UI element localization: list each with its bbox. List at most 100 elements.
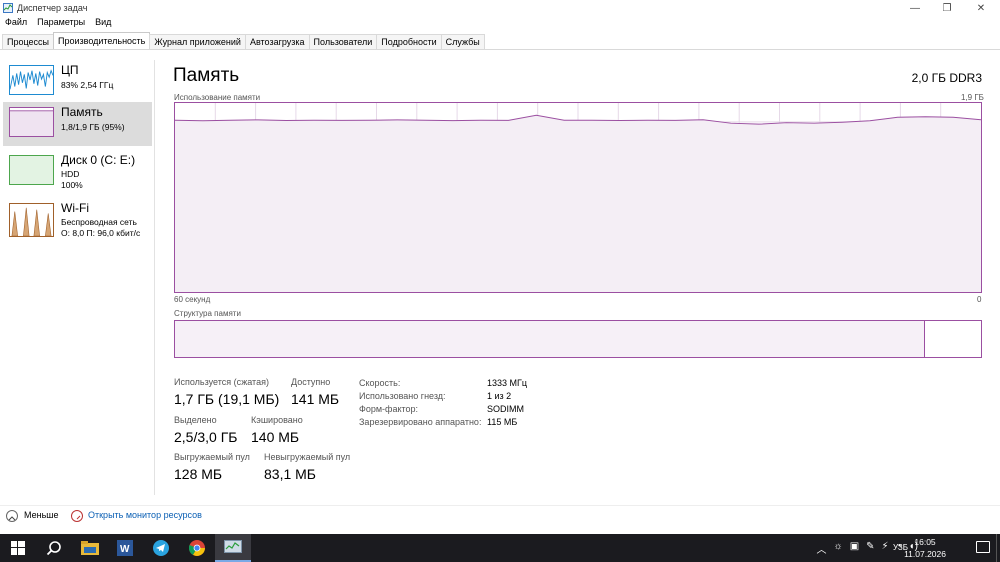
folder-icon	[81, 541, 99, 555]
clock[interactable]: 16:05 11.07.2026	[904, 536, 946, 560]
slots-label: Использовано гнезд:	[359, 391, 446, 401]
pen-icon[interactable]: ✎	[866, 541, 874, 556]
search-button[interactable]	[36, 534, 72, 562]
disk-type: HDD	[61, 169, 80, 179]
show-desktop-button[interactable]	[996, 534, 1000, 562]
committed-label: Выделено	[174, 415, 217, 425]
fewer-details-button[interactable]: Меньше	[24, 510, 59, 520]
tab-startup[interactable]: Автозагрузка	[244, 34, 310, 49]
composition-label: Структура памяти	[174, 309, 241, 318]
usage-graph-max: 1,9 ГБ	[961, 93, 984, 102]
windows-icon	[11, 541, 25, 555]
nonpaged-pool-value: 83,1 МБ	[264, 466, 316, 482]
memory-usage: 1,8/1,9 ГБ (95%)	[61, 122, 125, 132]
clock-time: 16:05	[914, 537, 936, 547]
page-title: Память	[173, 65, 240, 86]
committed-value: 2,5/3,0 ГБ	[174, 429, 238, 445]
in-use-label: Используется (сжатая)	[174, 377, 269, 387]
form-factor-label: Форм-фактор:	[359, 404, 419, 414]
graph-time-right: 0	[977, 295, 982, 304]
task-manager-icon	[3, 3, 13, 13]
taskbar-word[interactable]: W	[107, 534, 143, 562]
close-button[interactable]: ✕	[966, 0, 996, 16]
slots-value: 1 из 2	[487, 391, 512, 401]
usage-graph-label: Использование памяти	[174, 93, 261, 102]
cached-label: Кэшировано	[251, 415, 303, 425]
telegram-icon	[153, 540, 169, 556]
clock-date: 11.07.2026	[904, 549, 946, 559]
reserved-label: Зарезервировано аппаратно:	[359, 417, 482, 427]
menu-file[interactable]: Файл	[0, 16, 32, 30]
task-manager-window: Диспетчер задач — ❐ ✕ Файл Параметры Вид…	[0, 0, 1000, 534]
sidebar-item-wifi[interactable]: Wi-Fi Беспроводная сеть О: 8,0 П: 96,0 к…	[3, 198, 152, 242]
tab-divider	[0, 49, 1000, 50]
footer-bar: Меньше Открыть монитор ресурсов	[0, 505, 1000, 527]
taskbar-file-explorer[interactable]	[72, 534, 108, 562]
chrome-icon	[189, 540, 205, 556]
title-bar: Диспетчер задач — ❐ ✕	[0, 0, 1000, 16]
cpu-title: ЦП	[61, 63, 79, 77]
taskbar-telegram[interactable]	[143, 534, 179, 562]
sidebar-item-disk[interactable]: Диск 0 (C: E:) HDD 100%	[3, 150, 152, 194]
cpu-thumbnail-graph	[9, 65, 54, 95]
search-icon	[46, 541, 61, 556]
resource-sidebar: ЦП 83% 2,54 ГГц Память 1,8/1,9 ГБ (95%) …	[0, 60, 155, 495]
wifi-title: Wi-Fi	[61, 201, 89, 215]
disk-title: Диск 0 (C: E:)	[61, 153, 136, 167]
resource-monitor-icon[interactable]	[71, 510, 83, 522]
memory-usage-graph	[174, 102, 982, 293]
available-value: 141 МБ	[291, 391, 340, 407]
memory-thumbnail-graph	[9, 107, 54, 137]
tab-services[interactable]: Службы	[440, 34, 485, 49]
tab-app-history[interactable]: Журнал приложений	[149, 34, 246, 49]
power-icon[interactable]: ⚡	[882, 541, 889, 556]
menu-bar: Файл Параметры Вид	[0, 16, 116, 30]
nonpaged-pool-label: Невыгружаемый пул	[264, 452, 351, 462]
tab-users[interactable]: Пользователи	[308, 34, 378, 49]
sidebar-item-cpu[interactable]: ЦП 83% 2,54 ГГц	[3, 60, 152, 104]
reserved-value: 115 МБ	[487, 417, 518, 427]
sidebar-item-memory[interactable]: Память 1,8/1,9 ГБ (95%)	[3, 102, 152, 146]
wifi-thumbnail-graph	[9, 203, 54, 237]
menu-view[interactable]: Вид	[90, 16, 116, 30]
speed-label: Скорость:	[359, 378, 401, 388]
wifi-type: Беспроводная сеть	[61, 217, 137, 227]
available-label: Доступно	[291, 377, 331, 387]
taskbar-chrome[interactable]	[179, 534, 215, 562]
taskbar: W ︿ ☼ ▣ ✎ ⚡ ◔ ◖) УЗБ 16:05 11.07.2026	[0, 534, 1000, 562]
speed-value: 1333 МГц	[487, 378, 528, 388]
word-icon: W	[117, 540, 133, 556]
tab-processes[interactable]: Процессы	[2, 34, 55, 49]
notification-icon[interactable]	[976, 541, 990, 553]
window-title: Диспетчер задач	[17, 3, 88, 13]
taskbar-task-manager[interactable]	[215, 534, 251, 562]
memory-title: Память	[61, 105, 103, 119]
in-use-value: 1,7 ГБ (19,1 МБ)	[174, 391, 280, 407]
task-manager-icon	[224, 540, 242, 553]
open-resource-monitor-link[interactable]: Открыть монитор ресурсов	[88, 510, 202, 520]
disk-thumbnail-graph	[9, 155, 54, 185]
paged-pool-label: Выгружаемый пул	[174, 452, 250, 462]
tab-bar: Процессы Производительность Журнал прило…	[2, 32, 485, 49]
paged-pool-value: 128 МБ	[174, 466, 223, 482]
brightness-icon[interactable]: ☼	[834, 541, 843, 556]
start-button[interactable]	[0, 534, 36, 562]
memory-type: 2,0 ГБ DDR3	[911, 71, 982, 85]
graph-time-left: 60 секунд	[174, 295, 211, 304]
minimize-button[interactable]: —	[900, 0, 930, 16]
chevron-up-icon[interactable]	[6, 510, 18, 522]
composition-free-segment	[924, 321, 981, 357]
screen-icon[interactable]: ▣	[850, 541, 859, 556]
form-factor-value: SODIMM	[487, 404, 524, 414]
disk-usage: 100%	[61, 180, 83, 190]
usage-area	[175, 115, 981, 292]
cached-value: 140 МБ	[251, 429, 300, 445]
menu-options[interactable]: Параметры	[32, 16, 90, 30]
wifi-throughput: О: 8,0 П: 96,0 кбит/с	[61, 228, 141, 238]
tab-details[interactable]: Подробности	[376, 34, 442, 49]
svg-text:W: W	[120, 544, 130, 555]
maximize-button[interactable]: ❐	[932, 0, 962, 16]
memory-composition-bar	[174, 320, 982, 358]
chevron-up-icon[interactable]: ︿	[817, 541, 827, 556]
tab-performance[interactable]: Производительность	[53, 32, 151, 49]
